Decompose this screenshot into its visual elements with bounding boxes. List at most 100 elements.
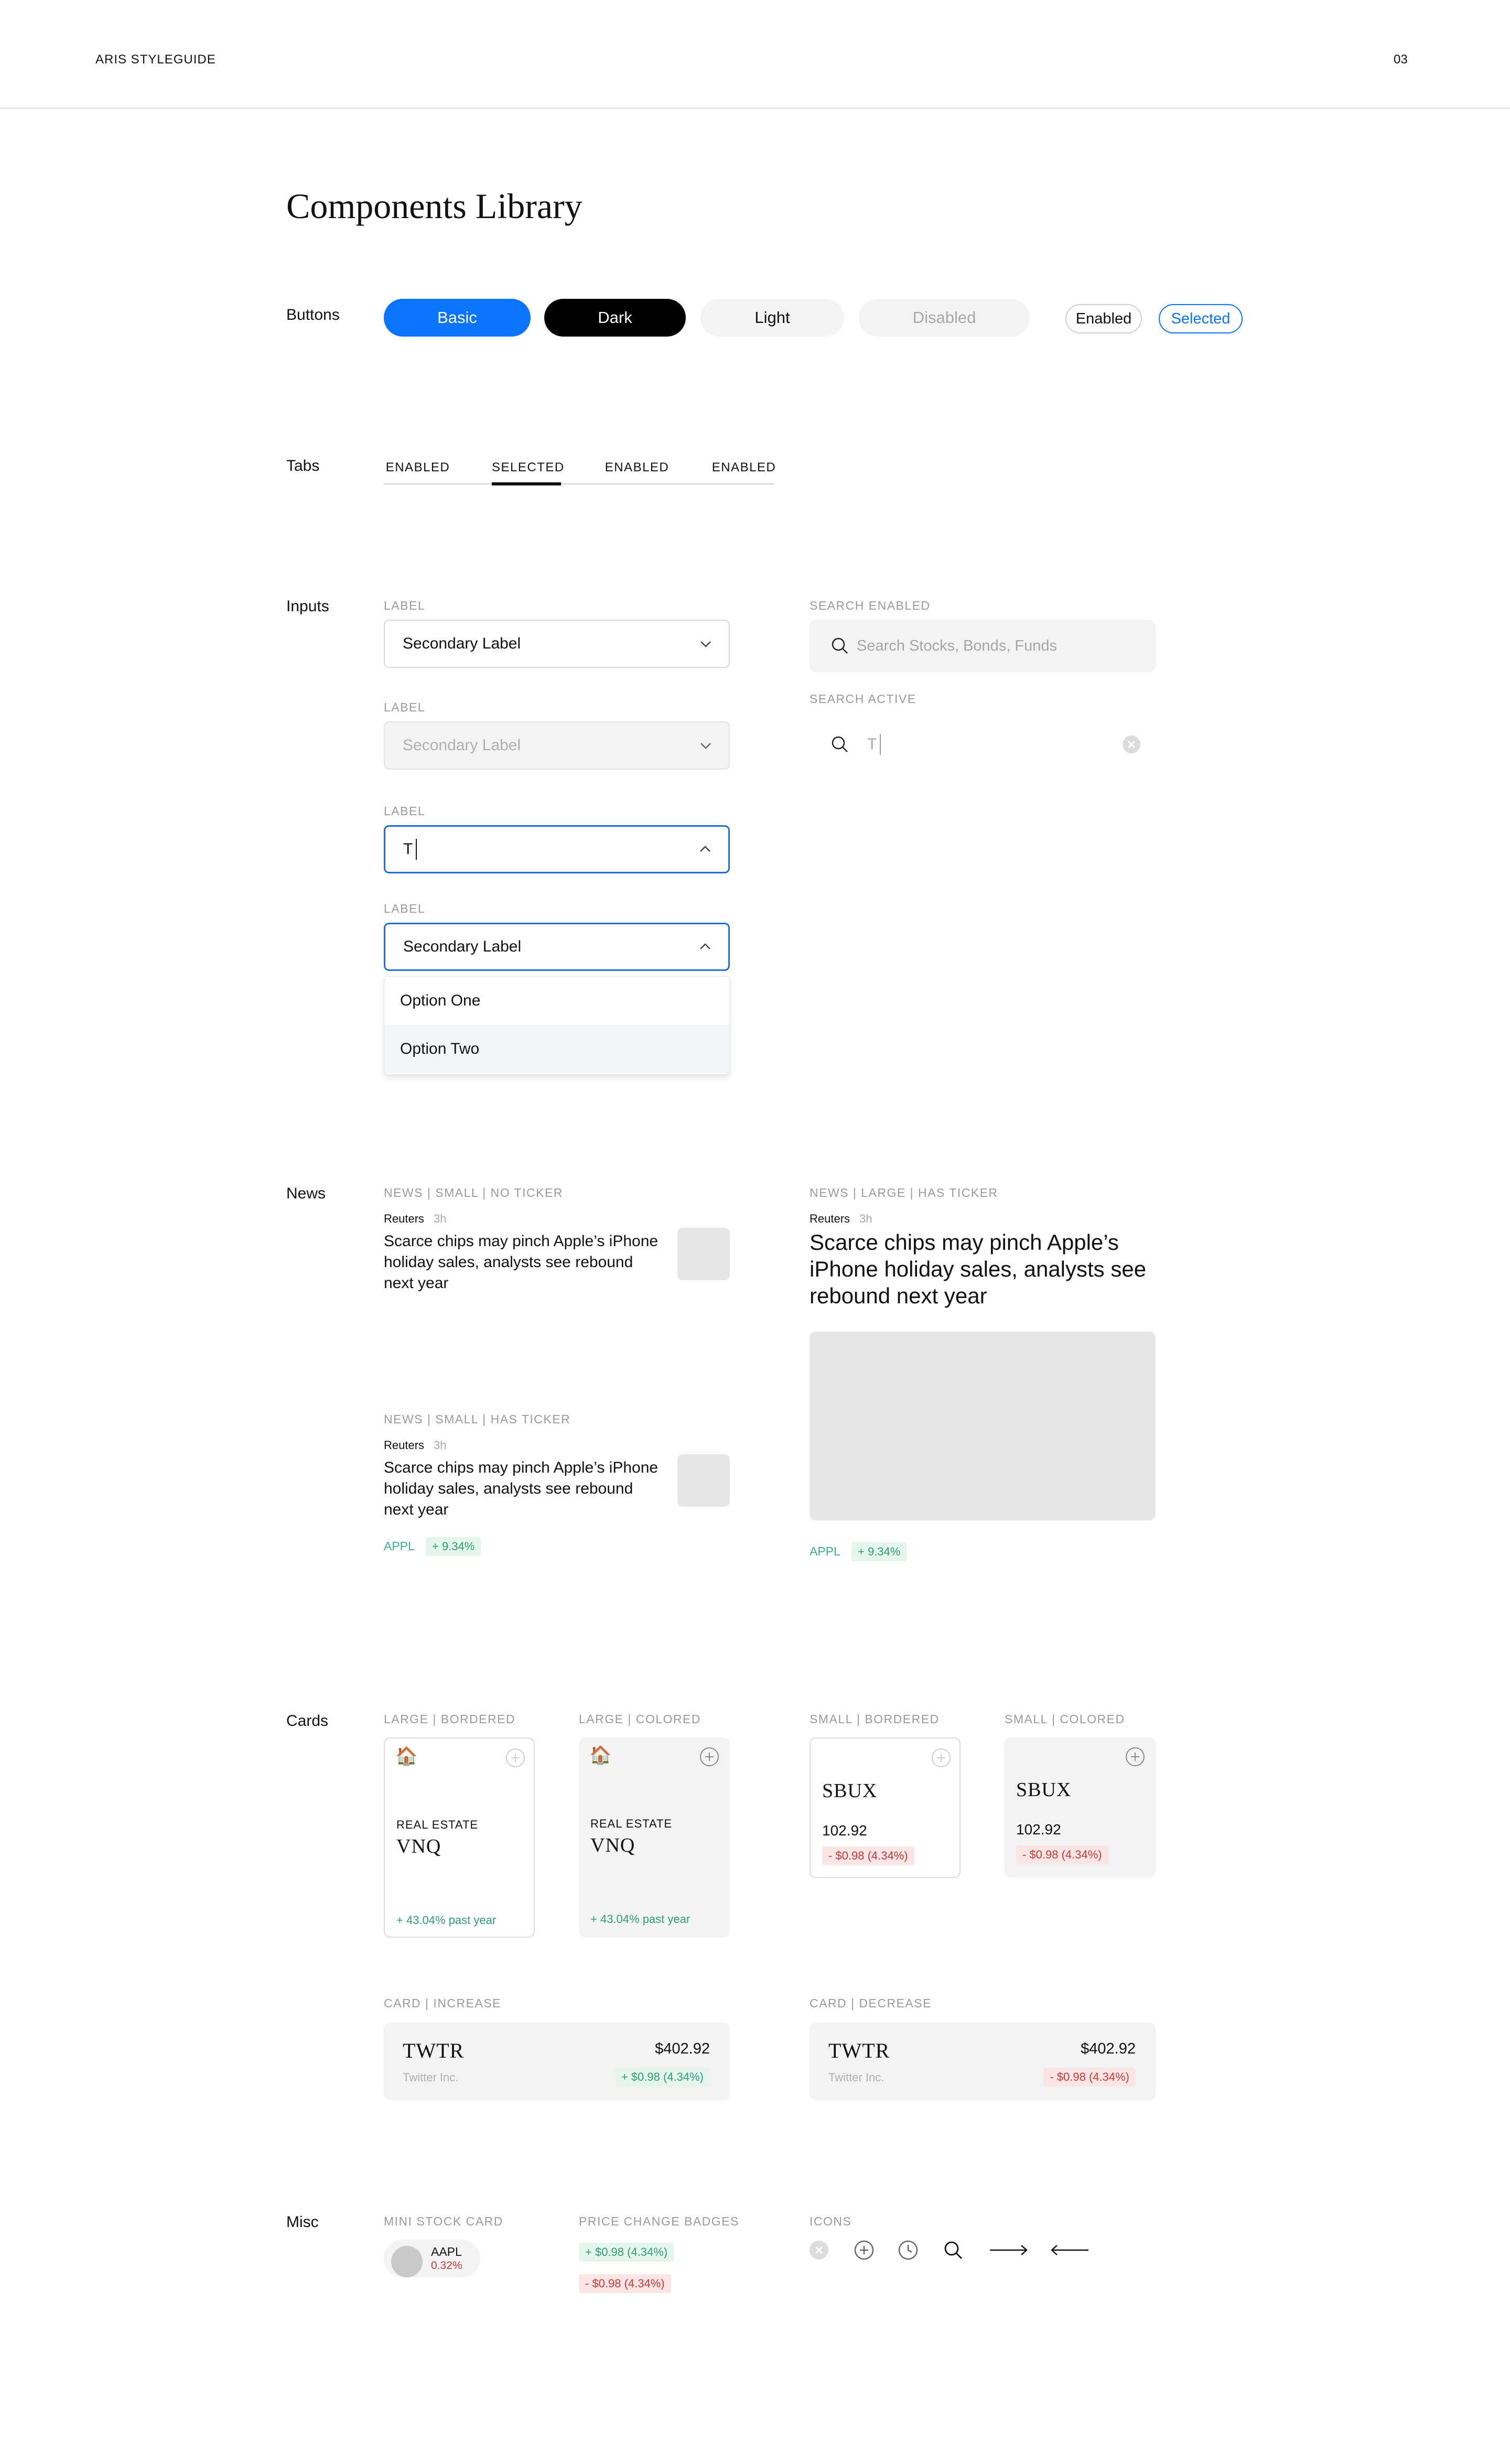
news-time: 3h bbox=[434, 1439, 447, 1452]
select-value: Secondary Label bbox=[403, 635, 521, 652]
tab-selected-indicator bbox=[492, 482, 561, 485]
card-price: $402.92 bbox=[655, 2040, 710, 2057]
card-company: Twitter Inc. bbox=[828, 2071, 885, 2084]
section-label-buttons: Buttons bbox=[286, 306, 340, 323]
card-gain: + 43.04% past year bbox=[590, 1912, 691, 1926]
search-enabled-label: SEARCH ENABLED bbox=[810, 599, 931, 612]
tab-selected[interactable]: SELECTED bbox=[492, 460, 564, 475]
light-button[interactable]: Light bbox=[700, 299, 844, 337]
news-image bbox=[810, 1332, 1156, 1520]
news-headline[interactable]: Scarce chips may pinch Apple’s iPhone ho… bbox=[384, 1231, 667, 1294]
news-ticker[interactable]: APPL bbox=[384, 1539, 415, 1553]
stock-card-decrease[interactable]: TWTR Twitter Inc. $402.92 - $0.98 (4.34%… bbox=[810, 2023, 1156, 2100]
search-input-active[interactable]: T bbox=[810, 718, 1156, 771]
plus-circle-icon[interactable] bbox=[931, 1748, 951, 1768]
price-change-badge: - $0.98 (4.34%) bbox=[1043, 2068, 1136, 2087]
dark-button[interactable]: Dark bbox=[544, 299, 686, 337]
field-label: LABEL bbox=[384, 599, 426, 612]
news-meta: Reuters 3h bbox=[384, 1212, 447, 1226]
brand-name: ARIS STYLEGUIDE bbox=[95, 52, 216, 67]
select-default[interactable]: Secondary Label bbox=[384, 620, 730, 668]
select-value: Secondary Label bbox=[403, 938, 522, 955]
mini-stock-change: 0.32% bbox=[431, 2260, 462, 2272]
section-label-misc: Misc bbox=[286, 2213, 319, 2231]
asset-card-large-bordered[interactable]: 🏠 REAL ESTATE VNQ + 43.04% past year bbox=[384, 1737, 535, 1938]
news-source: Reuters bbox=[810, 1212, 850, 1225]
card-ticker: VNQ bbox=[590, 1834, 635, 1856]
search-value: T bbox=[867, 736, 877, 753]
plus-circle-icon[interactable] bbox=[699, 1747, 719, 1767]
chevron-up-icon bbox=[700, 943, 710, 949]
chevron-up-icon bbox=[700, 846, 710, 852]
price-change-badge-down: - $0.98 (4.34%) bbox=[579, 2274, 671, 2293]
page-number: 03 bbox=[1394, 52, 1408, 67]
field-label: LABEL bbox=[384, 902, 426, 915]
clear-icon[interactable] bbox=[1122, 735, 1141, 754]
search-icon bbox=[832, 736, 848, 752]
dropdown-option[interactable]: Option Two bbox=[384, 1025, 729, 1073]
news-meta: Reuters 3h bbox=[384, 1439, 447, 1452]
plus-circle-icon[interactable] bbox=[1125, 1747, 1145, 1767]
card-variant-label: CARD | INCREASE bbox=[384, 1996, 502, 2010]
price-change-badge: + 9.34% bbox=[426, 1537, 481, 1556]
tab-enabled-4[interactable]: ENABLED bbox=[710, 460, 778, 475]
stock-card-increase[interactable]: TWTR Twitter Inc. $402.92 + $0.98 (4.34%… bbox=[384, 2023, 730, 2100]
house-icon: 🏠 bbox=[589, 1745, 612, 1765]
card-company: Twitter Inc. bbox=[403, 2071, 459, 2084]
search-icon[interactable] bbox=[942, 2239, 965, 2262]
arrow-right-icon[interactable] bbox=[989, 2243, 1029, 2257]
field-label: LABEL bbox=[384, 700, 426, 714]
misc-label: ICONS bbox=[810, 2214, 852, 2228]
plus-circle-icon[interactable] bbox=[853, 2239, 876, 2262]
news-headline[interactable]: Scarce chips may pinch Apple’s iPhone ho… bbox=[384, 1457, 667, 1520]
mini-stock-symbol: AAPL bbox=[431, 2245, 462, 2258]
price-change-badge-up: + $0.98 (4.34%) bbox=[579, 2243, 674, 2262]
card-variant-label: LARGE | BORDERED bbox=[384, 1712, 516, 1726]
news-headline[interactable]: Scarce chips may pinch Apple’s iPhone ho… bbox=[810, 1229, 1156, 1309]
chip-selected[interactable]: Selected bbox=[1159, 304, 1243, 333]
text-cursor bbox=[880, 734, 881, 755]
news-meta: Reuters 3h bbox=[810, 1212, 872, 1226]
card-ticker: TWTR bbox=[828, 2039, 890, 2062]
news-variant-label: NEWS | SMALL | NO TICKER bbox=[384, 1186, 563, 1199]
news-variant-label: NEWS | SMALL | HAS TICKER bbox=[384, 1412, 571, 1426]
card-price: $402.92 bbox=[1081, 2040, 1136, 2057]
basic-button[interactable]: Basic bbox=[384, 299, 531, 337]
card-price: 102.92 bbox=[822, 1822, 867, 1839]
tab-enabled-1[interactable]: ENABLED bbox=[384, 460, 452, 475]
tab-enabled-3[interactable]: ENABLED bbox=[603, 460, 671, 475]
dropdown-option[interactable]: Option One bbox=[384, 977, 729, 1025]
stock-card-small-bordered[interactable]: SBUX 102.92 - $0.98 (4.34%) bbox=[810, 1737, 961, 1878]
mini-stock-card[interactable]: AAPL 0.32% bbox=[384, 2240, 480, 2277]
chevron-down-icon bbox=[700, 743, 711, 749]
clock-icon[interactable] bbox=[897, 2239, 920, 2262]
news-variant-label: NEWS | LARGE | HAS TICKER bbox=[810, 1186, 998, 1199]
chevron-down-icon bbox=[700, 641, 711, 647]
text-input-active[interactable]: T bbox=[384, 825, 730, 873]
close-circle-icon[interactable] bbox=[807, 2239, 830, 2262]
card-variant-label: CARD | DECREASE bbox=[810, 1996, 932, 2010]
chip-enabled[interactable]: Enabled bbox=[1065, 304, 1142, 333]
house-icon: 🏠 bbox=[395, 1746, 418, 1766]
select-disabled: Secondary Label bbox=[384, 721, 730, 770]
asset-card-large-colored[interactable]: 🏠 REAL ESTATE VNQ + 43.04% past year bbox=[579, 1737, 730, 1938]
news-source: Reuters bbox=[384, 1439, 425, 1452]
card-ticker: SBUX bbox=[822, 1780, 878, 1802]
section-label-tabs: Tabs bbox=[286, 457, 320, 474]
search-input[interactable]: Search Stocks, Bonds, Funds bbox=[810, 620, 1156, 672]
card-price: 102.92 bbox=[1016, 1821, 1061, 1838]
select-open[interactable]: Secondary Label bbox=[384, 923, 730, 971]
card-ticker: SBUX bbox=[1016, 1779, 1072, 1801]
input-value: T bbox=[403, 840, 413, 858]
section-label-news: News bbox=[286, 1185, 326, 1202]
section-label-cards: Cards bbox=[286, 1712, 329, 1730]
arrow-left-icon[interactable] bbox=[1050, 2243, 1090, 2257]
card-variant-label: LARGE | COLORED bbox=[579, 1712, 701, 1726]
plus-circle-icon[interactable] bbox=[505, 1748, 525, 1768]
news-thumbnail bbox=[677, 1454, 730, 1507]
news-ticker[interactable]: APPL bbox=[810, 1544, 840, 1559]
misc-label: PRICE CHANGE BADGES bbox=[579, 2214, 739, 2228]
stock-logo-placeholder bbox=[391, 2246, 423, 2277]
stock-card-small-colored[interactable]: SBUX 102.92 - $0.98 (4.34%) bbox=[1005, 1737, 1156, 1878]
select-value: Secondary Label bbox=[403, 737, 521, 754]
